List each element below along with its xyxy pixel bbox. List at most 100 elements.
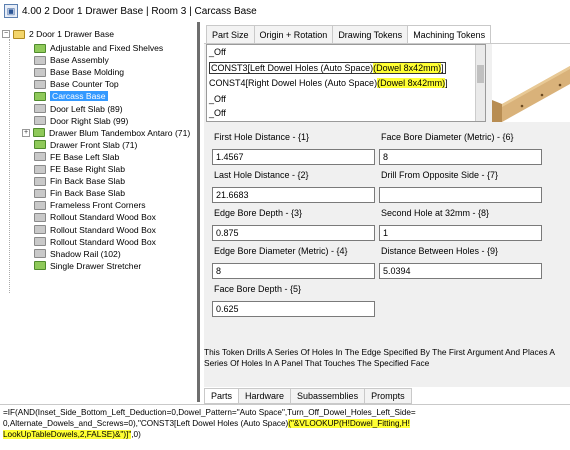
- second-hole-32mm-input[interactable]: 1: [379, 225, 542, 241]
- tree-root[interactable]: − 2 Door 1 Drawer Base: [2, 28, 114, 40]
- tree-item-label: Base Counter Top: [50, 79, 119, 90]
- collapse-icon[interactable]: −: [2, 30, 10, 38]
- component-tree[interactable]: − 2 Door 1 Drawer Base Adjustable and Fi…: [0, 22, 200, 402]
- scrollbar-thumb[interactable]: [477, 65, 484, 83]
- token-item[interactable]: CONST4[Right Dowel Holes (Auto Space)(Do…: [209, 78, 448, 88]
- field-label: Distance Between Holes - {9}: [381, 246, 499, 256]
- tree-item[interactable]: Drawer Front Slab (71): [34, 139, 137, 151]
- formula-editor[interactable]: =IF(AND(Inset_Side_Bottom_Left_Deduction…: [0, 404, 570, 450]
- tree-item[interactable]: Adjustable and Fixed Shelves: [34, 42, 163, 54]
- token-text: CONST3[Left Dowel Holes (Auto Space): [211, 63, 374, 73]
- tree-item-label: Fin Back Base Slab: [50, 188, 125, 199]
- folder-icon: [34, 116, 46, 126]
- tree-item[interactable]: Base Counter Top: [34, 78, 119, 90]
- first-hole-distance-input[interactable]: 1.4567: [212, 149, 375, 165]
- folder-icon: [34, 164, 46, 174]
- tree-item[interactable]: Carcass Base: [34, 90, 108, 102]
- tree-item[interactable]: FE Base Left Slab: [34, 151, 119, 163]
- field-label: Last Hole Distance - {2}: [214, 170, 309, 180]
- tree-item-label: Rollout Standard Wood Box: [50, 212, 156, 223]
- folder-icon: [34, 237, 46, 247]
- formula-line: 0,Alternate_Dowels_and_Screws=0),"CONST3…: [3, 418, 567, 429]
- folder-icon: [34, 104, 46, 113]
- tab-origin-rotation[interactable]: Origin + Rotation: [253, 25, 334, 43]
- folder-icon: [34, 188, 46, 198]
- tab-drawing-tokens[interactable]: Drawing Tokens: [332, 25, 409, 43]
- field-label: Face Bore Depth - {5}: [214, 284, 302, 294]
- token-text: ]: [441, 63, 444, 73]
- folder-icon: [34, 91, 46, 101]
- formula-highlight: LookUpTableDowels,2,FALSE)&")]": [3, 430, 132, 439]
- tree-item[interactable]: Base Base Molding: [34, 66, 124, 78]
- tab-parts[interactable]: Parts: [204, 388, 240, 404]
- folder-icon: [34, 152, 46, 162]
- tree-item[interactable]: Door Right Slab (99): [34, 115, 128, 127]
- face-bore-depth-input[interactable]: 0.625: [212, 301, 375, 317]
- tree-item-label: Shadow Rail (102): [50, 248, 121, 259]
- tree-item[interactable]: FE Base Right Slab: [34, 163, 125, 175]
- tree-item[interactable]: Frameless Front Corners: [34, 199, 146, 211]
- formula-line: LookUpTableDowels,2,FALSE)&")]",0): [3, 429, 567, 440]
- tree-item-label: Single Drawer Stretcher: [50, 260, 142, 271]
- tree-item[interactable]: Rollout Standard Wood Box: [34, 236, 156, 248]
- folder-icon: [34, 79, 46, 89]
- wood-panel-icon: [492, 44, 570, 122]
- field-label: First Hole Distance - {1}: [214, 132, 310, 142]
- field-label: Second Hole at 32mm - {8}: [381, 208, 490, 218]
- tab-machining-tokens[interactable]: Machining Tokens: [407, 25, 492, 44]
- folder-icon: [33, 128, 45, 138]
- folder-icon: [34, 212, 46, 222]
- token-list-scrollbar[interactable]: [475, 45, 485, 121]
- edge-bore-depth-input[interactable]: 0.875: [212, 225, 375, 241]
- app-icon: ▣: [4, 4, 18, 18]
- tree-item[interactable]: Fin Back Base Slab: [34, 175, 125, 187]
- folder-icon: [34, 200, 46, 210]
- tree-item[interactable]: Fin Back Base Slab: [34, 187, 125, 199]
- token-item[interactable]: _Off: [209, 94, 226, 104]
- property-tabs: Part Size Origin + Rotation Drawing Toke…: [206, 25, 492, 44]
- window-title: 4.00 2 Door 1 Drawer Base | Room 3 | Car…: [22, 5, 257, 17]
- panel-preview-image: [492, 44, 570, 122]
- folder-icon: [34, 176, 46, 186]
- tab-prompts[interactable]: Prompts: [364, 388, 412, 404]
- token-item[interactable]: _Off: [209, 108, 226, 118]
- formula-text: ,0): [131, 430, 141, 439]
- tree-item-label: FE Base Left Slab: [50, 151, 120, 162]
- tree-item-label: Fin Back Base Slab: [50, 176, 125, 187]
- expand-icon[interactable]: +: [22, 128, 30, 137]
- folder-icon: [34, 55, 46, 65]
- tree-guide-line: [9, 39, 10, 293]
- tree-item[interactable]: Shadow Rail (102): [34, 248, 121, 260]
- token-text: ]: [445, 78, 448, 88]
- token-description: This Token Drills A Series Of Holes In T…: [204, 347, 555, 368]
- folder-icon: [34, 261, 46, 271]
- tree-item[interactable]: + Drawer Blum Tandembox Antaro (71): [22, 127, 190, 139]
- token-item[interactable]: _Off: [209, 47, 226, 57]
- tab-hardware[interactable]: Hardware: [238, 388, 292, 404]
- distance-between-holes-input[interactable]: 5.0394: [379, 263, 542, 279]
- tree-item[interactable]: Single Drawer Stretcher: [34, 260, 141, 272]
- tree-item[interactable]: Base Assembly: [34, 54, 109, 66]
- folder-icon: [34, 225, 46, 234]
- title-bar: ▣ 4.00 2 Door 1 Drawer Base | Room 3 | C…: [0, 0, 570, 22]
- edge-bore-diameter-input[interactable]: 8: [212, 263, 375, 279]
- tree-item-label: Door Left Slab (89): [50, 103, 123, 114]
- tree-item[interactable]: Rollout Standard Wood Box: [34, 211, 156, 223]
- tab-part-size[interactable]: Part Size: [206, 25, 255, 43]
- drill-opposite-side-input[interactable]: [379, 187, 542, 203]
- folder-icon: [34, 67, 46, 77]
- tree-item-label: Base Base Molding: [50, 67, 125, 78]
- field-label: Edge Bore Diameter (Metric) - {4}: [214, 246, 348, 256]
- tree-item[interactable]: Door Left Slab (89): [34, 103, 123, 115]
- face-bore-diameter-input[interactable]: 8: [379, 149, 542, 165]
- folder-icon: [34, 249, 46, 259]
- tab-subassemblies[interactable]: Subassemblies: [290, 388, 366, 404]
- token-item-selected[interactable]: CONST3[Left Dowel Holes (Auto Space)(Dow…: [209, 62, 446, 74]
- tree-item-label: Carcass Base: [50, 91, 108, 102]
- token-list[interactable]: _Off CONST3[Left Dowel Holes (Auto Space…: [206, 44, 486, 122]
- last-hole-distance-input[interactable]: 21.6683: [212, 187, 375, 203]
- tree-root-label: 2 Door 1 Drawer Base: [29, 29, 115, 39]
- field-label: Face Bore Diameter (Metric) - {6}: [381, 132, 514, 142]
- tree-item[interactable]: Rollout Standard Wood Box: [34, 224, 156, 236]
- formula-text: 0,Alternate_Dowels_and_Screws=0),"CONST3…: [3, 419, 289, 428]
